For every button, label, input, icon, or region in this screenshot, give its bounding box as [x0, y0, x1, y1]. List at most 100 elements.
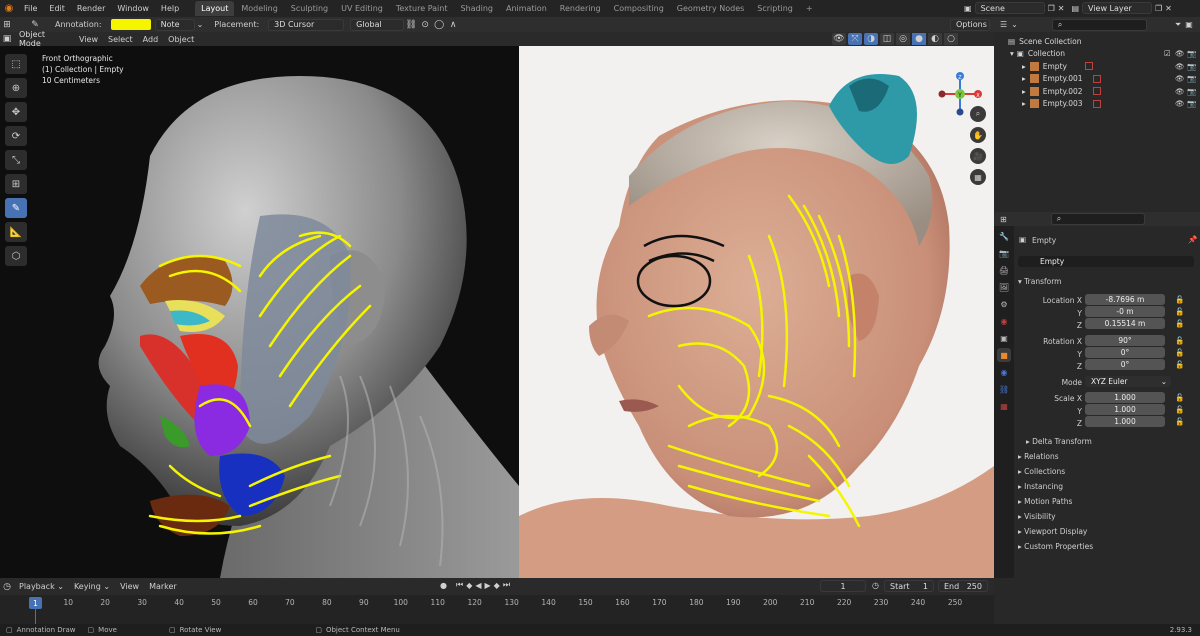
rotation-mode-dropdown[interactable]: XYZ Euler ⌄ — [1085, 376, 1171, 387]
expand-arrow-icon[interactable]: ▸ — [1022, 62, 1026, 71]
snap-icon[interactable]: ⊙ — [418, 19, 432, 31]
annotate-tool-icon[interactable]: ✎ — [28, 19, 42, 31]
zoom-icon[interactable]: ⌕ — [970, 106, 986, 122]
perspective-toggle-icon[interactable]: ▦ — [970, 169, 986, 185]
collection-tab-icon[interactable]: ▣ — [997, 331, 1011, 345]
dropdown-icon[interactable]: ⌄ — [197, 20, 204, 29]
timeline-editor-icon[interactable]: ◷ — [0, 581, 14, 593]
world-tab-icon[interactable]: ◉ — [997, 314, 1011, 328]
tab-shading[interactable]: Shading — [454, 1, 499, 16]
tool-tab-icon[interactable]: 🔧 — [997, 229, 1011, 243]
render-camera-icon[interactable]: 📷 — [1187, 99, 1196, 108]
xray-icon[interactable]: ◫ — [880, 33, 894, 45]
expand-arrow-icon[interactable]: ▾ — [1010, 49, 1014, 58]
cursor-tool[interactable]: ⊕ — [5, 78, 27, 98]
object-name-field[interactable]: Empty — [1018, 256, 1194, 267]
close-view-layer-icon[interactable]: ✕ — [1165, 4, 1172, 13]
measure-tool[interactable]: 📐 — [5, 222, 27, 242]
render-camera-icon[interactable]: 📷 — [1187, 49, 1196, 58]
prev-key-icon[interactable]: ◆ — [466, 581, 472, 590]
playback-menu[interactable]: Playback ⌄ — [14, 582, 69, 591]
menu-help[interactable]: Help — [155, 4, 185, 13]
menu-window[interactable]: Window — [111, 4, 155, 13]
overlays-icon[interactable]: ◑ — [864, 33, 878, 45]
checkbox-icon[interactable]: ☑ — [1164, 49, 1171, 58]
play-icon[interactable]: ▶ — [485, 581, 491, 590]
end-frame-field[interactable]: End 250 — [938, 580, 988, 592]
rotate-tool[interactable]: ⟳ — [5, 126, 27, 146]
lock-icon[interactable]: 🔓 — [1175, 417, 1184, 426]
scene-icon[interactable]: ▣ — [964, 4, 972, 13]
view-menu[interactable]: View — [74, 35, 103, 44]
hide-eye-icon[interactable]: 👁 — [1175, 99, 1185, 108]
options-dropdown[interactable]: Options — [950, 18, 990, 31]
timeline-ruler[interactable]: 1 10 20 30 40 50 60 70 80 90 100 110 120 130 140 150 16… — [0, 595, 994, 624]
marker-menu[interactable]: Marker — [144, 582, 182, 591]
collections-section[interactable]: ▸ Collections — [1018, 467, 1065, 476]
outliner-editor-icon[interactable]: ☰ — [1000, 20, 1007, 29]
render-tab-icon[interactable]: 📷 — [997, 246, 1011, 260]
record-icon[interactable]: ● — [440, 581, 447, 590]
add-menu[interactable]: Add — [138, 35, 164, 44]
scale-tool[interactable]: ⤡ — [5, 150, 27, 170]
current-frame-field[interactable]: 1 — [820, 580, 866, 592]
annotation-color-swatch[interactable] — [110, 19, 151, 30]
rotation-y-field[interactable]: 0° — [1085, 347, 1165, 358]
new-collection-icon[interactable]: ▣ — [1185, 20, 1193, 29]
add-cube-tool[interactable]: ⬡ — [5, 246, 27, 266]
start-frame-field[interactable]: Start 1 — [884, 580, 934, 592]
clock-icon[interactable]: ◷ — [872, 581, 879, 590]
outliner-item-empty[interactable]: ▸ Empty 👁 📷 — [994, 60, 1200, 73]
location-x-field[interactable]: -8.7696 m — [1085, 294, 1165, 305]
tab-compositing[interactable]: Compositing — [608, 1, 670, 16]
object-mode-dropdown[interactable]: Object Mode — [14, 30, 74, 48]
tab-uv-editing[interactable]: UV Editing — [335, 1, 389, 16]
lock-icon[interactable]: 🔓 — [1175, 336, 1184, 345]
rendered-shading-icon[interactable]: ○ — [944, 33, 958, 45]
hide-eye-icon[interactable]: 👁 — [1175, 49, 1185, 58]
output-tab-icon[interactable]: 🖨 — [997, 263, 1011, 277]
scene-tab-icon[interactable]: ⚙ — [997, 297, 1011, 311]
lock-icon[interactable]: 🔓 — [1175, 393, 1184, 402]
location-z-field[interactable]: 0.15514 m — [1085, 318, 1165, 329]
instancing-section[interactable]: ▸ Instancing — [1018, 482, 1063, 491]
scale-y-field[interactable]: 1.000 — [1085, 404, 1165, 415]
expand-arrow-icon[interactable]: ▸ — [1022, 74, 1026, 83]
hide-eye-icon[interactable]: 👁 — [1175, 74, 1185, 83]
select-box-tool[interactable]: ⬚ — [5, 54, 27, 74]
material-shading-icon[interactable]: ◐ — [928, 33, 942, 45]
3d-viewport[interactable]: Front Orthographic (1) Collection | Empt… — [0, 46, 994, 578]
move-tool[interactable]: ✥ — [5, 102, 27, 122]
object-data-tab-icon[interactable]: ▦ — [997, 399, 1011, 413]
transform-tool[interactable]: ⊞ — [5, 174, 27, 194]
placement-dropdown[interactable]: 3D Cursor — [268, 18, 345, 31]
lock-icon[interactable]: 🔓 — [1175, 319, 1184, 328]
lock-icon[interactable]: 🔓 — [1175, 405, 1184, 414]
motion-paths-section[interactable]: ▸ Motion Paths — [1018, 497, 1072, 506]
view-layer-icon[interactable]: ▤ — [1071, 4, 1079, 13]
scale-x-field[interactable]: 1.000 — [1085, 392, 1165, 403]
jump-end-icon[interactable]: ⏭ — [503, 580, 510, 590]
keying-menu[interactable]: Keying ⌄ — [69, 582, 115, 591]
mode-icon[interactable]: ▣ — [0, 33, 14, 45]
outliner-collection[interactable]: ▾ ▣ Collection ☑ 👁 📷 — [994, 48, 1200, 61]
tab-texture-paint[interactable]: Texture Paint — [390, 1, 454, 16]
location-y-field[interactable]: -0 m — [1085, 306, 1165, 317]
physics-tab-icon[interactable]: ◉ — [997, 365, 1011, 379]
properties-editor-icon[interactable]: ⊞ — [1000, 215, 1007, 224]
tab-sculpting[interactable]: Sculpting — [285, 1, 334, 16]
pan-hand-icon[interactable]: ✋ — [970, 127, 986, 143]
jump-start-icon[interactable]: ⏮ — [456, 580, 463, 590]
tab-modeling[interactable]: Modeling — [235, 1, 283, 16]
next-key-icon[interactable]: ◆ — [494, 581, 500, 590]
tab-rendering[interactable]: Rendering — [554, 1, 607, 16]
lock-icon[interactable]: 🔓 — [1175, 295, 1184, 304]
close-scene-icon[interactable]: ✕ — [1058, 4, 1065, 13]
rotation-z-field[interactable]: 0° — [1085, 359, 1165, 370]
outliner-item-empty-001[interactable]: ▸ Empty.001 👁 📷 — [994, 73, 1200, 86]
view-layer-selector[interactable]: View Layer — [1082, 2, 1152, 14]
view-layer-tab-icon[interactable]: 🖼 — [997, 280, 1011, 294]
note-layer-field[interactable]: Note — [154, 18, 195, 31]
object-tab-icon[interactable]: ■ — [997, 348, 1011, 362]
relations-section[interactable]: ▸ Relations — [1018, 452, 1059, 461]
